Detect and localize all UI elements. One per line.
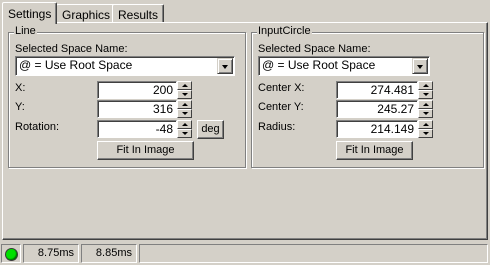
center-x-spin-down[interactable] xyxy=(418,90,433,99)
center-x-spinner[interactable] xyxy=(418,81,433,99)
radius-spin-up[interactable] xyxy=(418,120,433,129)
circle-space-select[interactable]: @ = Use Root Space xyxy=(258,56,430,76)
circle-space-value: @ = Use Root Space xyxy=(262,58,376,72)
center-x-spin-up[interactable] xyxy=(418,81,433,90)
center-y-spinner[interactable] xyxy=(418,100,433,118)
arrow-up-icon xyxy=(182,84,188,87)
arrow-down-icon xyxy=(182,112,188,115)
radius-spinner[interactable] xyxy=(418,120,433,138)
status-message xyxy=(139,244,488,263)
line-group: Line Selected Space Name: @ = Use Root S… xyxy=(8,25,246,168)
line-space-value: @ = Use Root Space xyxy=(19,58,133,72)
rotation-input[interactable]: -48 xyxy=(97,120,177,138)
x-label: X: xyxy=(15,82,26,94)
arrow-up-icon xyxy=(182,123,188,126)
rotation-spinner[interactable] xyxy=(177,120,192,138)
status-time-1: 8.75ms xyxy=(23,244,79,263)
arrow-down-icon xyxy=(423,93,429,96)
rotation-spin-up[interactable] xyxy=(177,120,192,129)
circle-space-dropdown-button[interactable] xyxy=(412,58,428,74)
line-fit-in-image-button[interactable]: Fit In Image xyxy=(97,141,194,160)
line-space-label: Selected Space Name: xyxy=(15,43,128,55)
rotation-unit-button[interactable]: deg xyxy=(197,120,224,139)
x-spin-down[interactable] xyxy=(177,90,192,99)
arrow-up-icon xyxy=(182,103,188,106)
center-x-label: Center X: xyxy=(258,82,305,94)
status-led-icon xyxy=(6,249,17,260)
radius-label: Radius: xyxy=(258,121,296,133)
x-spinner[interactable] xyxy=(177,81,192,99)
arrow-up-icon xyxy=(423,84,429,87)
rotation-spin-down[interactable] xyxy=(177,129,192,138)
arrow-down-icon xyxy=(423,132,429,135)
tab-settings[interactable]: Settings xyxy=(2,2,58,24)
status-bar: 8.75ms 8.85ms xyxy=(0,243,490,265)
arrow-up-icon xyxy=(423,103,429,106)
circle-fit-in-image-button[interactable]: Fit In Image xyxy=(336,141,413,160)
line-group-title: Line xyxy=(14,25,37,37)
x-input[interactable]: 200 xyxy=(97,81,177,99)
center-y-label: Center Y: xyxy=(258,101,304,113)
status-time-2: 8.85ms xyxy=(81,244,137,263)
center-y-spin-down[interactable] xyxy=(418,109,433,118)
radius-input[interactable]: 214.149 xyxy=(336,120,418,138)
settings-panel: Line Selected Space Name: @ = Use Root S… xyxy=(2,22,488,240)
arrow-down-icon xyxy=(423,112,429,115)
line-space-dropdown-button[interactable] xyxy=(217,58,233,74)
status-indicator-cell xyxy=(1,244,21,263)
input-circle-group: InputCircle Selected Space Name: @ = Use… xyxy=(251,25,484,168)
circle-space-label: Selected Space Name: xyxy=(258,43,371,55)
arrow-down-icon xyxy=(182,93,188,96)
arrow-down-icon xyxy=(182,132,188,135)
y-input[interactable]: 316 xyxy=(97,100,177,118)
center-y-spin-up[interactable] xyxy=(418,100,433,109)
y-spinner[interactable] xyxy=(177,100,192,118)
radius-spin-down[interactable] xyxy=(418,129,433,138)
tab-results[interactable]: Results xyxy=(112,4,165,23)
arrow-up-icon xyxy=(423,123,429,126)
chevron-down-icon xyxy=(417,65,423,69)
chevron-down-icon xyxy=(222,65,228,69)
y-label: Y: xyxy=(15,101,25,113)
tab-graphics[interactable]: Graphics xyxy=(56,4,117,23)
center-y-input[interactable]: 245.27 xyxy=(336,100,418,118)
rotation-label: Rotation: xyxy=(15,121,60,133)
y-spin-down[interactable] xyxy=(177,109,192,118)
input-circle-group-title: InputCircle xyxy=(257,25,312,37)
y-spin-up[interactable] xyxy=(177,100,192,109)
center-x-input[interactable]: 274.481 xyxy=(336,81,418,99)
x-spin-up[interactable] xyxy=(177,81,192,90)
line-space-select[interactable]: @ = Use Root Space xyxy=(15,56,235,76)
